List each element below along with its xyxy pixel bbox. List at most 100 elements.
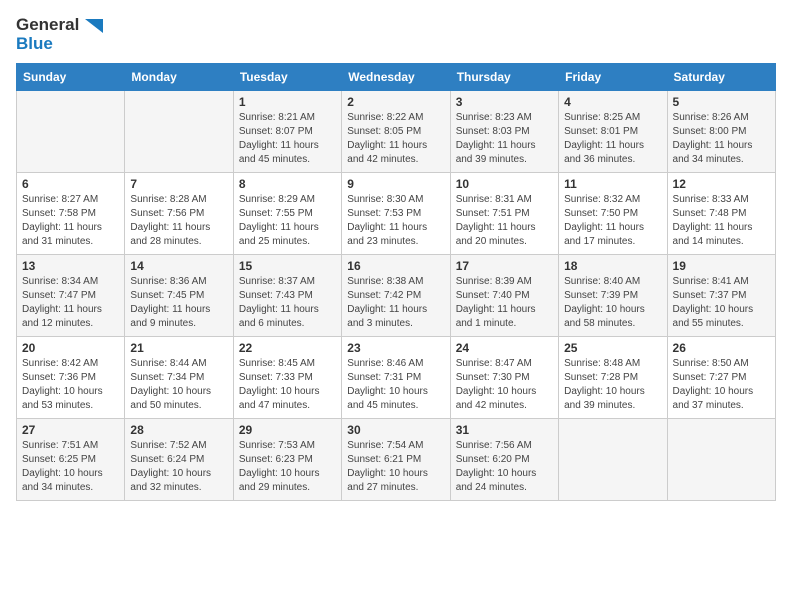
calendar-cell	[559, 419, 667, 501]
day-number: 19	[673, 259, 770, 273]
header-tuesday: Tuesday	[233, 64, 341, 91]
calendar-cell: 24 Sunrise: 8:47 AM Sunset: 7:30 PM Dayli…	[450, 337, 558, 419]
day-number: 9	[347, 177, 444, 191]
week-row-5: 27Sunrise: 7:51 AM Sunset: 6:25 PM Dayli…	[17, 419, 776, 501]
day-info: Sunrise: 8:31 AM Sunset: 7:51 PM Dayligh…	[456, 193, 553, 249]
calendar-cell: 15Sunrise: 8:37 AM Sunset: 7:43 PM Dayli…	[233, 255, 341, 337]
day-info: Sunrise: 8:44 AM Sunset: 7:34 PM Dayligh…	[130, 357, 227, 413]
day-info: Sunrise: 8:42 AM Sunset: 7:36 PM Dayligh…	[22, 357, 119, 413]
calendar-table: SundayMondayTuesdayWednesdayThursdayFrid…	[16, 63, 776, 501]
calendar-cell: 27Sunrise: 7:51 AM Sunset: 6:25 PM Dayli…	[17, 419, 125, 501]
calendar-cell	[17, 91, 125, 173]
calendar-cell	[125, 91, 233, 173]
day-number: 22	[239, 341, 336, 355]
calendar-cell: 25 Sunrise: 8:48 AM Sunset: 7:28 PM Dayli…	[559, 337, 667, 419]
day-info: Sunrise: 8:40 AM Sunset: 7:39 PM Dayligh…	[564, 275, 661, 331]
day-number: 26	[673, 341, 770, 355]
calendar-cell: 6 Sunrise: 8:27 AM Sunset: 7:58 PM Daylig…	[17, 173, 125, 255]
day-info: Sunrise: 8:45 AM Sunset: 7:33 PM Dayligh…	[239, 357, 336, 413]
calendar-cell: 23 Sunrise: 8:46 AM Sunset: 7:31 PM Dayli…	[342, 337, 450, 419]
day-info: Sunrise: 8:27 AM Sunset: 7:58 PM Dayligh…	[22, 193, 119, 249]
header-wednesday: Wednesday	[342, 64, 450, 91]
calendar-cell: 22 Sunrise: 8:45 AM Sunset: 7:33 PM Dayli…	[233, 337, 341, 419]
day-info: Sunrise: 7:53 AM Sunset: 6:23 PM Dayligh…	[239, 439, 336, 495]
calendar-cell: 20 Sunrise: 8:42 AM Sunset: 7:36 PM Dayli…	[17, 337, 125, 419]
calendar-cell: 3 Sunrise: 8:23 AM Sunset: 8:03 PM Daylig…	[450, 91, 558, 173]
day-number: 31	[456, 423, 553, 437]
day-info: Sunrise: 7:56 AM Sunset: 6:20 PM Dayligh…	[456, 439, 553, 495]
day-info: Sunrise: 7:54 AM Sunset: 6:21 PM Dayligh…	[347, 439, 444, 495]
day-number: 2	[347, 95, 444, 109]
week-row-1: 1Sunrise: 8:21 AM Sunset: 8:07 PM Daylig…	[17, 91, 776, 173]
calendar-cell: 26Sunrise: 8:50 AM Sunset: 7:27 PM Dayli…	[667, 337, 775, 419]
week-row-3: 13Sunrise: 8:34 AM Sunset: 7:47 PM Dayli…	[17, 255, 776, 337]
day-number: 8	[239, 177, 336, 191]
day-number: 29	[239, 423, 336, 437]
logo: General Blue	[16, 16, 103, 53]
header-monday: Monday	[125, 64, 233, 91]
calendar-cell: 9 Sunrise: 8:30 AM Sunset: 7:53 PM Daylig…	[342, 173, 450, 255]
page-header: General Blue	[16, 16, 776, 53]
header-sunday: Sunday	[17, 64, 125, 91]
day-number: 20	[22, 341, 119, 355]
day-number: 3	[456, 95, 553, 109]
day-number: 10	[456, 177, 553, 191]
calendar-cell: 19Sunrise: 8:41 AM Sunset: 7:37 PM Dayli…	[667, 255, 775, 337]
calendar-cell: 14 Sunrise: 8:36 AM Sunset: 7:45 PM Dayli…	[125, 255, 233, 337]
day-number: 5	[673, 95, 770, 109]
day-number: 6	[22, 177, 119, 191]
calendar-cell	[667, 419, 775, 501]
day-number: 27	[22, 423, 119, 437]
day-info: Sunrise: 8:30 AM Sunset: 7:53 PM Dayligh…	[347, 193, 444, 249]
calendar-cell: 7 Sunrise: 8:28 AM Sunset: 7:56 PM Daylig…	[125, 173, 233, 255]
calendar-cell: 29 Sunrise: 7:53 AM Sunset: 6:23 PM Dayli…	[233, 419, 341, 501]
day-number: 21	[130, 341, 227, 355]
calendar-cell: 18 Sunrise: 8:40 AM Sunset: 7:39 PM Dayli…	[559, 255, 667, 337]
day-info: Sunrise: 8:48 AM Sunset: 7:28 PM Dayligh…	[564, 357, 661, 413]
day-info: Sunrise: 8:25 AM Sunset: 8:01 PM Dayligh…	[564, 111, 661, 167]
day-number: 11	[564, 177, 661, 191]
day-info: Sunrise: 8:46 AM Sunset: 7:31 PM Dayligh…	[347, 357, 444, 413]
day-number: 25	[564, 341, 661, 355]
day-number: 4	[564, 95, 661, 109]
day-number: 24	[456, 341, 553, 355]
calendar-header-row: SundayMondayTuesdayWednesdayThursdayFrid…	[17, 64, 776, 91]
day-info: Sunrise: 8:26 AM Sunset: 8:00 PM Dayligh…	[673, 111, 770, 167]
week-row-2: 6 Sunrise: 8:27 AM Sunset: 7:58 PM Daylig…	[17, 173, 776, 255]
calendar-cell: 12 Sunrise: 8:33 AM Sunset: 7:48 PM Dayli…	[667, 173, 775, 255]
day-number: 7	[130, 177, 227, 191]
day-info: Sunrise: 8:33 AM Sunset: 7:48 PM Dayligh…	[673, 193, 770, 249]
calendar-cell: 8 Sunrise: 8:29 AM Sunset: 7:55 PM Daylig…	[233, 173, 341, 255]
day-info: Sunrise: 8:38 AM Sunset: 7:42 PM Dayligh…	[347, 275, 444, 331]
day-info: Sunrise: 8:29 AM Sunset: 7:55 PM Dayligh…	[239, 193, 336, 249]
day-info: Sunrise: 8:47 AM Sunset: 7:30 PM Dayligh…	[456, 357, 553, 413]
header-thursday: Thursday	[450, 64, 558, 91]
calendar-cell: 16Sunrise: 8:38 AM Sunset: 7:42 PM Dayli…	[342, 255, 450, 337]
day-info: Sunrise: 8:39 AM Sunset: 7:40 PM Dayligh…	[456, 275, 553, 331]
header-saturday: Saturday	[667, 64, 775, 91]
calendar-cell: 30Sunrise: 7:54 AM Sunset: 6:21 PM Dayli…	[342, 419, 450, 501]
day-info: Sunrise: 8:32 AM Sunset: 7:50 PM Dayligh…	[564, 193, 661, 249]
day-number: 28	[130, 423, 227, 437]
calendar-cell: 11 Sunrise: 8:32 AM Sunset: 7:50 PM Dayli…	[559, 173, 667, 255]
day-info: Sunrise: 8:21 AM Sunset: 8:07 PM Dayligh…	[239, 111, 336, 167]
calendar-cell: 13Sunrise: 8:34 AM Sunset: 7:47 PM Dayli…	[17, 255, 125, 337]
calendar-cell: 2Sunrise: 8:22 AM Sunset: 8:05 PM Daylig…	[342, 91, 450, 173]
day-info: Sunrise: 8:37 AM Sunset: 7:43 PM Dayligh…	[239, 275, 336, 331]
calendar-cell: 1Sunrise: 8:21 AM Sunset: 8:07 PM Daylig…	[233, 91, 341, 173]
day-info: Sunrise: 8:23 AM Sunset: 8:03 PM Dayligh…	[456, 111, 553, 167]
day-number: 12	[673, 177, 770, 191]
day-info: Sunrise: 8:36 AM Sunset: 7:45 PM Dayligh…	[130, 275, 227, 331]
day-number: 18	[564, 259, 661, 273]
calendar-cell: 21 Sunrise: 8:44 AM Sunset: 7:34 PM Dayli…	[125, 337, 233, 419]
calendar-cell: 4 Sunrise: 8:25 AM Sunset: 8:01 PM Daylig…	[559, 91, 667, 173]
calendar-cell: 10 Sunrise: 8:31 AM Sunset: 7:51 PM Dayli…	[450, 173, 558, 255]
calendar-cell: 28 Sunrise: 7:52 AM Sunset: 6:24 PM Dayli…	[125, 419, 233, 501]
day-info: Sunrise: 7:52 AM Sunset: 6:24 PM Dayligh…	[130, 439, 227, 495]
day-number: 23	[347, 341, 444, 355]
calendar-cell: 5 Sunrise: 8:26 AM Sunset: 8:00 PM Daylig…	[667, 91, 775, 173]
day-info: Sunrise: 8:28 AM Sunset: 7:56 PM Dayligh…	[130, 193, 227, 249]
logo-triangle-icon	[85, 19, 103, 33]
calendar-cell: 31 Sunrise: 7:56 AM Sunset: 6:20 PM Dayli…	[450, 419, 558, 501]
day-number: 14	[130, 259, 227, 273]
